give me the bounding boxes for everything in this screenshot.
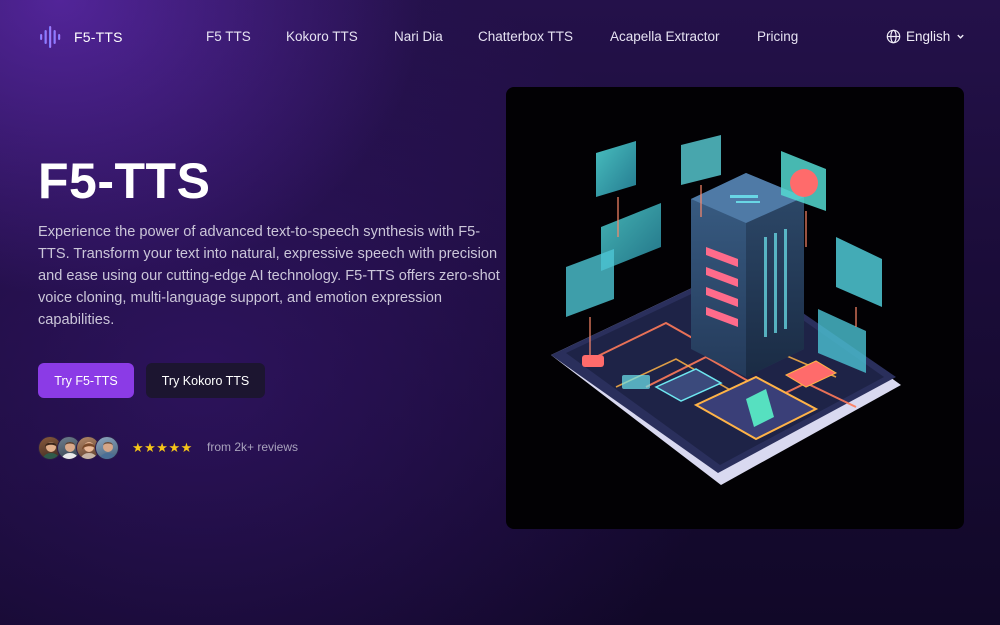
hero-description: Experience the power of advanced text-to… [38,224,500,328]
nav-link-chatterbox-tts[interactable]: Chatterbox TTS [478,29,573,44]
language-selector[interactable]: English [886,27,965,45]
avatar [95,436,119,460]
main-nav: F5 TTS Kokoro TTS Nari Dia Chatterbox TT… [0,29,1000,47]
hero-illustration [506,87,964,529]
nav-link-nari-dia[interactable]: Nari Dia [394,29,443,44]
nav-link-pricing[interactable]: Pricing [757,29,798,44]
nav-link-kokoro-tts[interactable]: Kokoro TTS [286,29,358,44]
nav-link-acapella-extractor[interactable]: Acapella Extractor [610,29,720,44]
rating-stars: ★★★★★ [132,440,193,455]
chevron-down-icon [957,34,964,39]
try-kokoro-tts-button[interactable]: Try Kokoro TTS [146,363,265,398]
hero-title: F5-TTS [38,153,211,209]
site-header: F5-TTS F5 TTS Kokoro TTS Nari Dia Chatte… [0,0,1000,76]
reviews-summary: ★★★★★ from 2k+ reviews [38,436,338,460]
nav-link-f5-tts[interactable]: F5 TTS [206,29,251,44]
globe-icon [886,29,901,43]
reviews-count: from 2k+ reviews [207,440,299,454]
language-label: English [906,28,951,44]
try-f5-tts-button[interactable]: Try F5-TTS [38,363,134,398]
